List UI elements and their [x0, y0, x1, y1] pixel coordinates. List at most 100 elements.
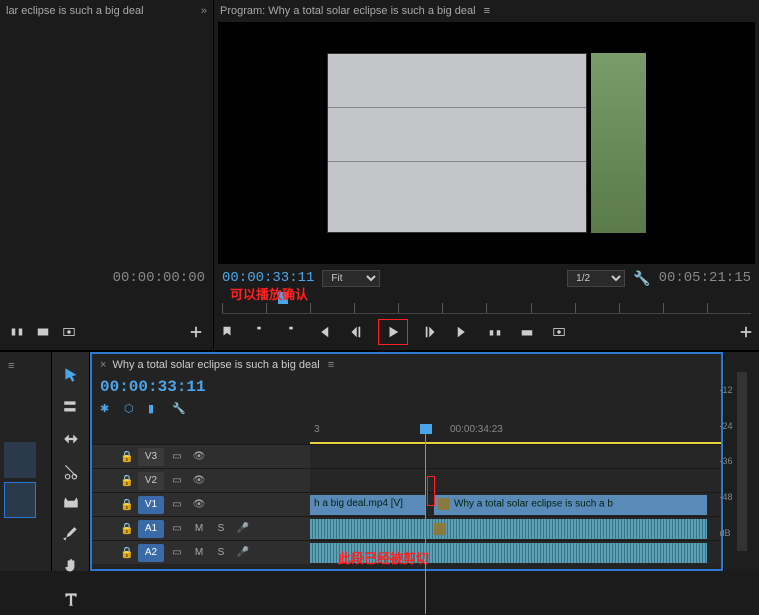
pen-tool-icon[interactable] [62, 526, 80, 544]
toggle-eye-icon[interactable]: 👁 [190, 449, 208, 465]
bin-thumbnail-selected[interactable] [4, 482, 36, 518]
go-to-out-icon[interactable] [454, 323, 472, 341]
audio-clip[interactable] [310, 519, 707, 539]
overwrite-icon[interactable] [34, 323, 52, 341]
track-header-v2[interactable]: 🔒 V2 ▭ 👁 [92, 469, 310, 492]
add-marker-icon[interactable]: ▮ [148, 402, 162, 416]
step-back-icon[interactable] [346, 323, 364, 341]
audio-meter: -12 -24 -36 -48 dB [723, 352, 759, 571]
razor-tool-icon[interactable] [62, 462, 80, 480]
track-header-a2[interactable]: 🔒 A2 ▭ M S 🎤 [92, 541, 310, 564]
preview-frame-side [591, 53, 646, 233]
settings-wrench-icon[interactable]: 🔧 [633, 270, 650, 287]
lock-icon[interactable]: 🔒 [120, 522, 134, 535]
timeline-tools [52, 352, 90, 571]
meter-label: -48 [719, 492, 732, 502]
ripple-edit-tool-icon[interactable] [62, 430, 80, 448]
bin-thumbnail[interactable] [4, 442, 36, 478]
preview-frame-main [327, 53, 587, 233]
track-v3: 🔒 V3 ▭ 👁 [92, 444, 721, 468]
playhead-line [425, 434, 426, 614]
mute-button[interactable]: M [190, 521, 208, 537]
solo-button[interactable]: S [212, 545, 230, 561]
voice-over-icon[interactable]: 🎤 [234, 521, 252, 537]
mark-in-icon[interactable] [250, 323, 268, 341]
toggle-eye-icon[interactable]: 👁 [190, 473, 208, 489]
track-label-v3[interactable]: V3 [138, 448, 164, 466]
source-tab-title: lar eclipse is such a big deal [6, 5, 144, 17]
program-transport-bar [214, 314, 759, 350]
toggle-output-icon[interactable]: ▭ [168, 473, 186, 489]
track-header-a1[interactable]: 🔒 A1 ▭ M S 🎤 [92, 517, 310, 540]
video-clip[interactable]: h a big deal.mp4 [V] [310, 495, 426, 515]
track-label-a2[interactable]: A2 [138, 544, 164, 562]
linked-selection-icon[interactable]: ⬡ [124, 402, 138, 416]
timeline-tab[interactable]: × Why a total solar eclipse is such a bi… [92, 354, 721, 376]
cut-marker [427, 476, 435, 506]
fx-badge-icon [434, 523, 446, 535]
export-frame-icon[interactable] [550, 323, 568, 341]
button-editor-icon[interactable] [737, 323, 755, 341]
track-select-tool-icon[interactable] [62, 398, 80, 416]
meter-label: -12 [719, 385, 732, 395]
video-clip[interactable]: Why a total solar eclipse is such a b [434, 495, 707, 515]
add-marker-icon[interactable] [218, 323, 236, 341]
timeline-ruler[interactable]: 3 00:00:34:23 [310, 422, 721, 444]
selection-tool-icon[interactable] [62, 366, 80, 384]
program-tab-header[interactable]: Program: Why a total solar eclipse is su… [214, 0, 759, 22]
go-to-in-icon[interactable] [314, 323, 332, 341]
program-timecode-duration: 00:05:21:15 [659, 270, 751, 286]
toggle-output-icon[interactable]: ▭ [168, 497, 186, 513]
source-transport-bar [0, 314, 213, 350]
meter-label: -24 [719, 421, 732, 431]
close-tab-icon[interactable]: × [100, 359, 106, 371]
toggle-output-icon[interactable]: ▭ [168, 449, 186, 465]
timeline-sequence-title: Why a total solar eclipse is such a big … [112, 359, 319, 371]
chevron-right-icon[interactable]: » [201, 5, 207, 17]
step-forward-icon[interactable] [422, 323, 440, 341]
lock-icon[interactable]: 🔒 [120, 450, 134, 463]
track-label-a1[interactable]: A1 [138, 520, 164, 538]
annotation-play-confirm: 可以播放确认 [230, 284, 308, 303]
toggle-output-icon[interactable]: ▭ [168, 545, 186, 561]
hand-tool-icon[interactable] [62, 558, 80, 576]
toggle-eye-icon[interactable]: 👁 [190, 497, 208, 513]
playback-resolution-select[interactable]: 1/2 [567, 270, 625, 287]
source-tab-header[interactable]: lar eclipse is such a big deal » [0, 0, 213, 22]
play-button[interactable] [378, 319, 408, 345]
insert-icon[interactable] [8, 323, 26, 341]
solo-button[interactable]: S [212, 521, 230, 537]
snap-toggle-icon[interactable]: ✱ [100, 402, 114, 416]
meter-label: -36 [719, 456, 732, 466]
track-label-v1[interactable]: V1 [138, 496, 164, 514]
panel-menu-icon[interactable]: ≡ [328, 359, 334, 371]
lock-icon[interactable]: 🔒 [120, 546, 134, 559]
program-monitor-panel: Program: Why a total solar eclipse is su… [214, 0, 759, 350]
zoom-fit-select[interactable]: Fit [322, 270, 380, 287]
panel-menu-icon[interactable]: ≡ [484, 5, 490, 17]
extract-icon[interactable] [518, 323, 536, 341]
track-header-v3[interactable]: 🔒 V3 ▭ 👁 [92, 445, 310, 468]
slip-tool-icon[interactable] [62, 494, 80, 512]
source-timecode: 00:00:00:00 [113, 270, 205, 286]
voice-over-icon[interactable]: 🎤 [234, 545, 252, 561]
type-tool-icon[interactable] [62, 590, 80, 608]
timeline-timecode[interactable]: 00:00:33:11 [100, 378, 206, 396]
track-header-v1[interactable]: 🔒 V1 ▭ 👁 [92, 493, 310, 516]
toggle-output-icon[interactable]: ▭ [168, 521, 186, 537]
program-preview[interactable] [218, 22, 755, 264]
export-frame-icon[interactable] [60, 323, 78, 341]
lock-icon[interactable]: 🔒 [120, 474, 134, 487]
annotation-already-cut: 此段已经被剪切 [338, 548, 429, 567]
lift-icon[interactable] [486, 323, 504, 341]
timeline-playhead[interactable] [420, 424, 432, 434]
panel-menu-icon[interactable]: ≡ [8, 360, 14, 372]
track-label-v2[interactable]: V2 [138, 472, 164, 490]
timeline-settings-icon[interactable]: 🔧 [172, 402, 186, 416]
mark-out-icon[interactable] [282, 323, 300, 341]
meter-bar[interactable]: -12 -24 -36 -48 dB [737, 372, 747, 551]
ruler-tick-label: 00:00:34:23 [450, 424, 503, 435]
mute-button[interactable]: M [190, 545, 208, 561]
lock-icon[interactable]: 🔒 [120, 498, 134, 511]
add-button-icon[interactable] [187, 323, 205, 341]
